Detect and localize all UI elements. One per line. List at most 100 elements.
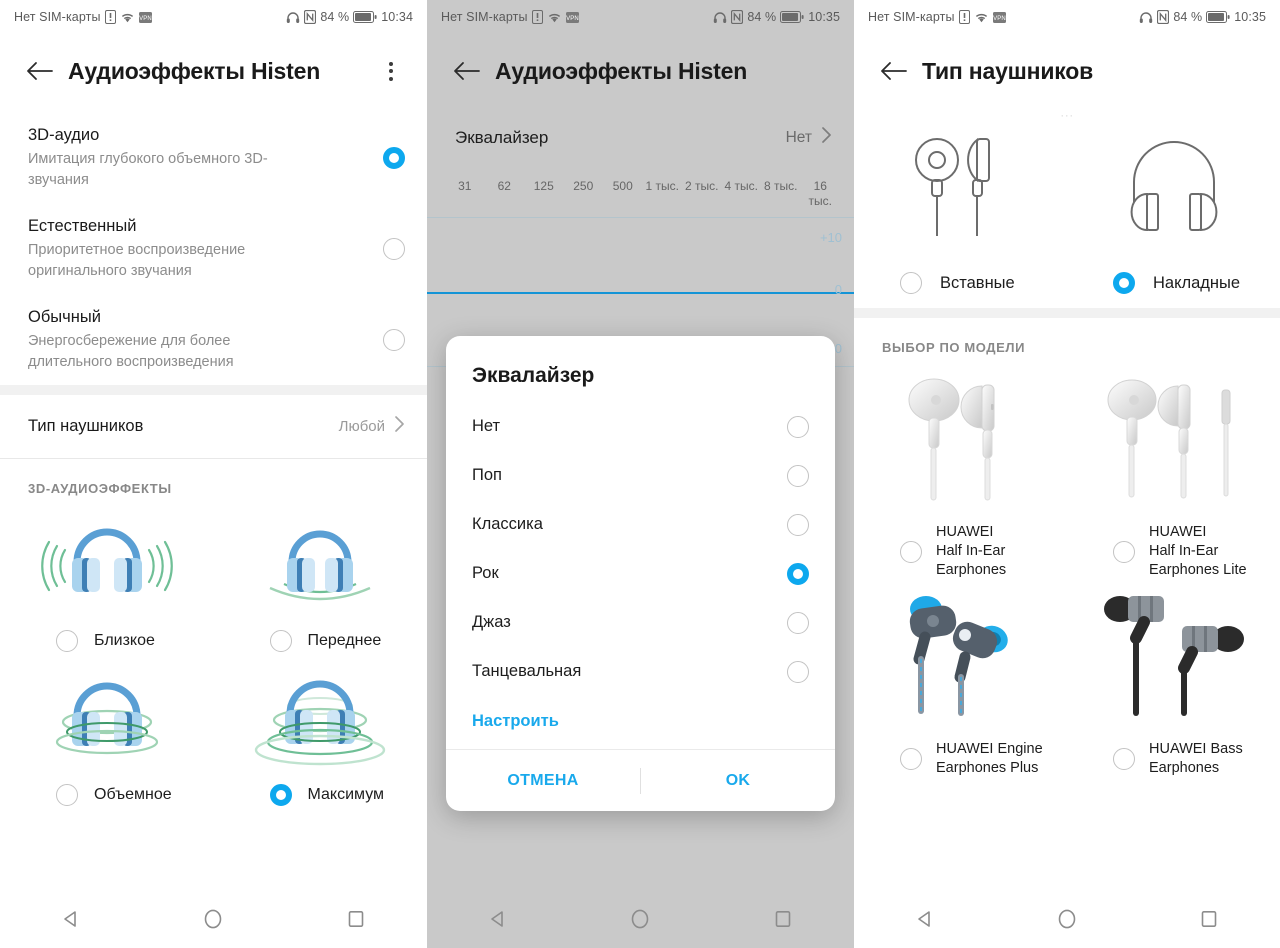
nav-home-icon[interactable] — [611, 896, 669, 942]
radio-effect-max[interactable] — [269, 784, 292, 806]
effect-grid: Близкое Переднее Объемное Максимум — [0, 506, 427, 814]
freq-tick: 8 тыс. — [764, 179, 798, 193]
back-button[interactable] — [16, 48, 62, 94]
wifi-icon — [120, 11, 135, 24]
radio-effect-front[interactable] — [269, 630, 292, 652]
effect-label: Объемное — [94, 786, 172, 803]
nfc-icon — [1157, 10, 1170, 24]
nav-home-icon[interactable] — [184, 896, 242, 942]
sound-mode-list: 3D-аудио Имитация глубокого объемного 3D… — [0, 108, 427, 385]
dialog-option-none[interactable]: Нет — [446, 402, 835, 451]
radio-model-half-in-ear-lite[interactable] — [1113, 540, 1135, 563]
model-cell-half-in-ear[interactable]: HUAWEI Half In-Ear Earphones — [854, 365, 1067, 582]
carrier-label: Нет SIM-карты — [14, 10, 101, 24]
radio-option-rock[interactable] — [787, 562, 809, 585]
radio-option-classic[interactable] — [787, 513, 809, 536]
headphones-max-icon — [235, 666, 405, 774]
nav-recents-icon[interactable] — [1180, 896, 1238, 942]
equalizer-frequency-axis: 31 62 125 250 500 1 тыс. 2 тыс. 4 тыс. 8… — [427, 167, 854, 217]
section-header-3d-effects: 3D-АУДИОЭФФЕКТЫ — [28, 481, 172, 496]
freq-tick: 16 тыс. — [808, 179, 832, 208]
equalizer-row[interactable]: Эквалайзер Нет — [427, 108, 854, 167]
over-ear-headphones-icon — [1114, 130, 1234, 250]
equalizer-label: Эквалайзер — [455, 127, 549, 147]
headphones-icon — [1139, 11, 1153, 24]
battery-icon — [780, 11, 804, 23]
effect-cell-near[interactable]: Близкое — [0, 506, 214, 660]
mode-subtitle: Имитация глубокого объемного 3D-звучания — [28, 151, 268, 188]
section-divider — [0, 385, 427, 395]
option-label: Классика — [472, 515, 543, 533]
nav-home-icon[interactable] — [1038, 896, 1096, 942]
headphone-type-cell-overear[interactable]: Накладные — [1067, 130, 1280, 294]
arrow-left-icon — [27, 62, 53, 80]
battery-percent-label: 84 % — [1173, 10, 1203, 24]
headphone-type-row[interactable]: Тип наушников Любой — [0, 395, 427, 458]
app-bar: Аудиоэффекты Histen — [0, 34, 427, 108]
more-vertical-icon[interactable] — [371, 48, 411, 94]
list-item[interactable]: 3D-аудио Имитация глубокого объемного 3D… — [0, 112, 427, 203]
freq-tick: 125 — [533, 179, 554, 193]
status-bar: Нет SIM-карты VPN 84 % 10:35 — [854, 0, 1280, 34]
dialog-option-dance[interactable]: Танцевальная — [446, 647, 835, 696]
effect-cell-max[interactable]: Максимум — [214, 660, 428, 814]
sim-alert-icon — [958, 10, 970, 24]
scrolled-content-edge: ··· — [1060, 108, 1074, 122]
radio-option-dance[interactable] — [787, 660, 809, 683]
system-nav-bar — [0, 890, 427, 948]
customize-link[interactable]: Настроить — [446, 696, 835, 749]
radio-option-pop[interactable] — [787, 464, 809, 487]
model-cell-engine-plus[interactable]: HUAWEI Engine Earphones Plus — [854, 582, 1067, 780]
radio-type-overear[interactable] — [1113, 272, 1135, 294]
model-cell-half-in-ear-lite[interactable]: HUAWEI Half In-Ear Earphones Lite — [1067, 365, 1280, 582]
radio-natural[interactable] — [383, 238, 405, 260]
headphones-icon — [286, 11, 300, 24]
headphone-type-grid: Вставные Накладные — [854, 122, 1280, 308]
radio-effect-near[interactable] — [56, 630, 78, 652]
headphone-type-cell-inear[interactable]: Вставные — [854, 130, 1067, 294]
radio-standard[interactable] — [383, 329, 405, 351]
system-nav-bar — [427, 890, 854, 948]
headphone-type-label: Вставные — [940, 273, 1015, 292]
nav-recents-icon[interactable] — [327, 896, 385, 942]
list-item[interactable]: Естественный Приоритетное воспроизведени… — [0, 203, 427, 294]
dialog-option-jazz[interactable]: Джаз — [446, 598, 835, 647]
dialog-option-pop[interactable]: Поп — [446, 451, 835, 500]
cancel-button[interactable]: ОТМЕНА — [446, 772, 640, 790]
arrow-left-icon — [454, 62, 480, 80]
headphone-type-label: Накладные — [1153, 273, 1241, 292]
nav-recents-icon[interactable] — [754, 896, 812, 942]
radio-option-none[interactable] — [787, 415, 809, 438]
model-label: HUAWEI Half In-Ear Earphones Lite — [1149, 524, 1247, 578]
mode-title: Естественный — [28, 217, 137, 235]
effect-cell-surround[interactable]: Объемное — [0, 660, 214, 814]
radio-option-jazz[interactable] — [787, 611, 809, 634]
mode-title: Обычный — [28, 308, 101, 326]
list-item[interactable]: Обычный Энергосбережение для более длите… — [0, 294, 427, 385]
radio-type-inear[interactable] — [900, 272, 922, 294]
panel-equalizer-dialog: Нет SIM-карты VPN 84 % 10:35 Аудиоэффект… — [427, 0, 854, 948]
radio-model-half-in-ear[interactable] — [900, 540, 922, 563]
back-button[interactable] — [870, 48, 916, 94]
app-bar: Аудиоэффекты Histen — [427, 34, 854, 108]
svg-text:VPN: VPN — [993, 16, 1006, 22]
nfc-icon — [304, 10, 317, 24]
dialog-option-rock[interactable]: Рок — [446, 549, 835, 598]
equalizer-zero-line — [427, 292, 854, 294]
nav-back-icon[interactable] — [469, 896, 527, 942]
nav-back-icon[interactable] — [896, 896, 954, 942]
effect-cell-front[interactable]: Переднее — [214, 506, 428, 660]
radio-model-bass[interactable] — [1113, 748, 1135, 770]
page-title: Аудиоэффекты Histen — [68, 57, 321, 84]
back-button[interactable] — [443, 48, 489, 94]
sim-alert-icon — [531, 10, 543, 24]
model-cell-bass[interactable]: HUAWEI Bass Earphones — [1067, 582, 1280, 780]
radio-model-engine-plus[interactable] — [900, 748, 922, 770]
radio-3d-audio[interactable] — [383, 147, 405, 169]
clock-label: 10:34 — [381, 10, 413, 24]
nav-back-icon[interactable] — [42, 896, 100, 942]
chevron-right-icon — [394, 415, 405, 438]
ok-button[interactable]: OK — [641, 772, 835, 790]
radio-effect-surround[interactable] — [56, 784, 78, 806]
dialog-option-classic[interactable]: Классика — [446, 500, 835, 549]
